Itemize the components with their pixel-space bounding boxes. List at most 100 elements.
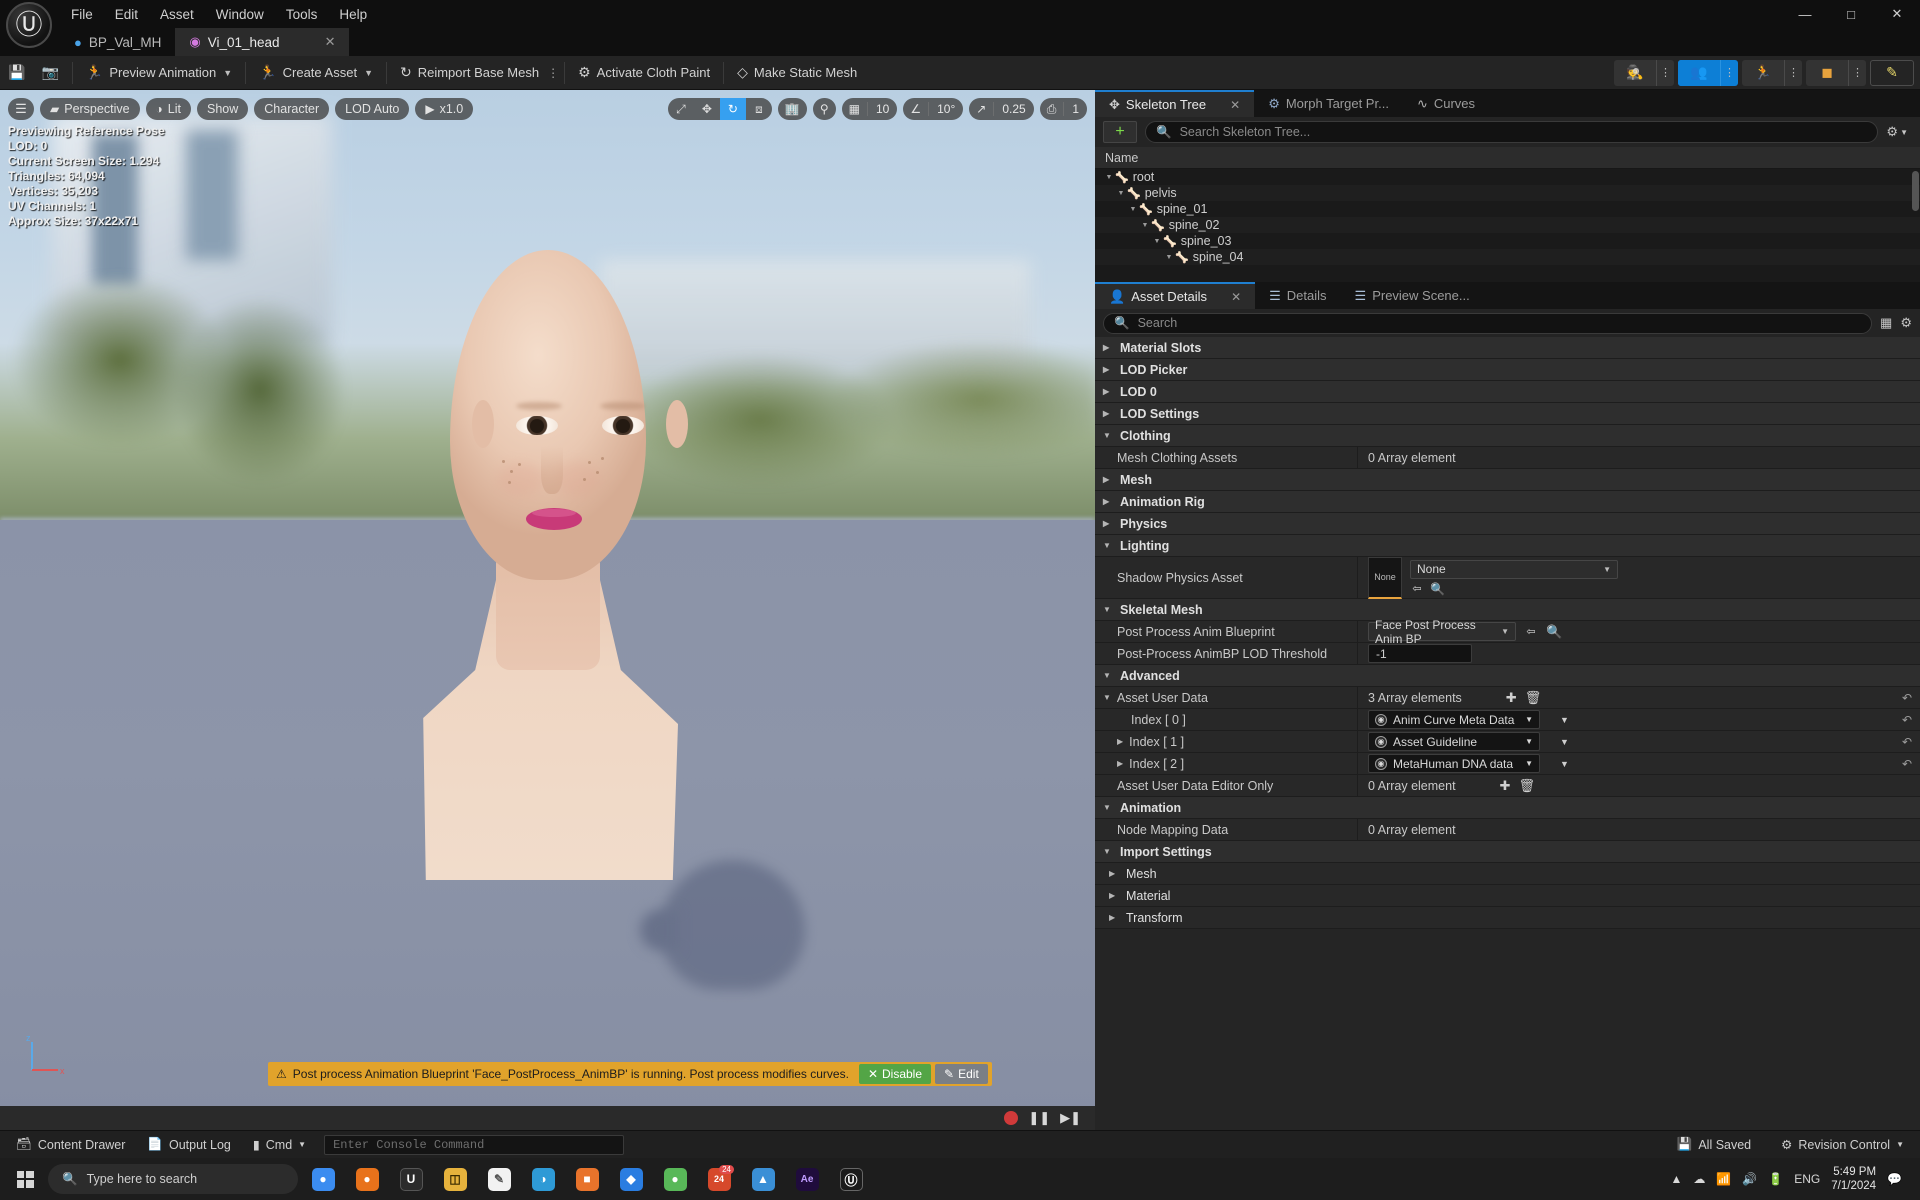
grid-view-icon[interactable]: ▦: [1880, 315, 1892, 331]
property-shadow-physics-asset[interactable]: Shadow Physics Asset None None ▼ ⇦ 🔍: [1095, 556, 1920, 599]
animation-mode-options-icon[interactable]: ⋮: [1784, 59, 1802, 86]
category-skeletal-mesh[interactable]: ▼ Skeletal Mesh: [1095, 599, 1920, 621]
viewport-menu-icon[interactable]: ☰: [8, 98, 34, 120]
chevron-down-icon[interactable]: ▼: [1139, 222, 1151, 229]
chevron-down-icon[interactable]: ▼: [223, 68, 232, 78]
tree-row-pelvis[interactable]: ▼ 🦴 pelvis: [1095, 185, 1920, 201]
index-2-object[interactable]: ◉ MetaHuman DNA data ▼: [1368, 754, 1540, 773]
category-import-settings[interactable]: ▼ Import Settings: [1095, 841, 1920, 863]
make-static-mesh-button[interactable]: ◇ Make Static Mesh: [729, 60, 865, 86]
metahuman-head-mesh[interactable]: [418, 250, 688, 890]
taskbar-app-unreal-editor[interactable]: Ⓤ: [832, 1162, 870, 1196]
property-value[interactable]: None None ▼ ⇦ 🔍: [1357, 556, 1920, 599]
viewport-lod-menu[interactable]: LOD Auto: [335, 98, 410, 120]
asset-details-list[interactable]: ▶ Material Slots ▶ LOD Picker ▶ LOD 0 ▶ …: [1095, 337, 1920, 1130]
all-saved-button[interactable]: 💾 All Saved: [1669, 1134, 1759, 1156]
maximize-button[interactable]: □: [1828, 0, 1874, 28]
viewport-show-menu[interactable]: Show: [197, 98, 249, 120]
chevron-down-icon[interactable]: ▼: [364, 68, 373, 78]
reimport-base-mesh-button[interactable]: ↻ Reimport Base Mesh: [392, 60, 547, 86]
lod-threshold-input[interactable]: -1: [1368, 644, 1472, 663]
taskbar-app-edge[interactable]: ◑: [524, 1162, 562, 1196]
language-indicator[interactable]: ENG: [1794, 1172, 1820, 1186]
world-coords-button[interactable]: 🏢: [777, 98, 807, 120]
physics-mode-icon[interactable]: ◼: [1806, 60, 1848, 86]
minimize-button[interactable]: —: [1782, 0, 1828, 28]
index-1-object[interactable]: ◉ Asset Guideline ▼: [1368, 732, 1540, 751]
console-command-input[interactable]: Enter Console Command: [324, 1134, 625, 1155]
revert-arrow-icon[interactable]: ↶: [1902, 757, 1920, 771]
chevron-down-icon[interactable]: ▼: [1560, 737, 1569, 747]
chevron-down-icon[interactable]: ▼: [1103, 174, 1115, 181]
tab-details[interactable]: ☰ Details: [1255, 282, 1340, 309]
camera-speed-control[interactable]: ⎙ 1: [1039, 98, 1087, 120]
tree-row-spine-02[interactable]: ▼ 🦴 spine_02: [1095, 217, 1920, 233]
property-post-process-animbp-lod-threshold[interactable]: Post-Process AnimBP LOD Threshold -1: [1095, 643, 1920, 665]
skeleton-tree-scrollbar[interactable]: [1912, 171, 1919, 211]
chevron-down-icon[interactable]: ▼: [1115, 190, 1127, 197]
scale-snap-control[interactable]: ↗ 0.25: [969, 98, 1034, 120]
plus-circle-icon[interactable]: ✚: [1500, 778, 1511, 794]
browse-content-button[interactable]: 📷: [33, 60, 66, 86]
disable-post-process-button[interactable]: ✕ Disable: [858, 1064, 932, 1084]
skeleton-tree-list[interactable]: ▼ 🦴 root ▼ 🦴 pelvis ▼ 🦴 spine_01 ▼ 🦴 spi…: [1095, 169, 1920, 282]
shadow-physics-asset-combo[interactable]: None ▼: [1410, 559, 1618, 579]
property-asset-user-data-index-0[interactable]: Index [ 0 ] ◉ Anim Curve Meta Data ▼ ▼ ↶: [1095, 709, 1920, 731]
rotate-gizmo-icon[interactable]: ↻: [719, 98, 746, 120]
close-button[interactable]: ✕: [1874, 0, 1920, 28]
viewport-view-mode[interactable]: ◑ Lit: [145, 98, 191, 120]
chevron-down-icon[interactable]: ▼: [1127, 206, 1139, 213]
taskbar-app-office[interactable]: ■: [568, 1162, 606, 1196]
camera-speed-value[interactable]: 1: [1063, 102, 1087, 116]
property-value[interactable]: 3 Array elements ✚ 🗑 ↶: [1357, 687, 1920, 708]
tab-skeleton-tree[interactable]: ✥ Skeleton Tree ✕: [1095, 90, 1255, 117]
chevron-down-icon[interactable]: ▼: [1103, 693, 1111, 702]
chevron-down-icon[interactable]: ▼: [1163, 254, 1175, 261]
property-asset-user-data-editor-only[interactable]: Asset User Data Editor Only 0 Array elem…: [1095, 775, 1920, 797]
taskbar-search-input[interactable]: 🔍 Type here to search: [48, 1164, 298, 1194]
windows-start-icon[interactable]: [8, 1162, 42, 1196]
tab-morph-target-preview[interactable]: ⚙ Morph Target Pr...: [1254, 90, 1403, 117]
category-import-mesh[interactable]: ▶ Mesh: [1095, 863, 1920, 885]
viewport-character-menu[interactable]: Character: [254, 98, 330, 120]
grid-snap-control[interactable]: ▦ 10: [841, 98, 898, 120]
browse-icon[interactable]: 🔍: [1430, 582, 1445, 596]
taskbar-app-after-effects[interactable]: Ae: [788, 1162, 826, 1196]
content-drawer-button[interactable]: 🗃 Content Drawer: [8, 1134, 133, 1156]
taskbar-app-store[interactable]: ▲: [744, 1162, 782, 1196]
category-import-transform[interactable]: ▶ Transform: [1095, 907, 1920, 929]
scale-snap-value[interactable]: 0.25: [993, 102, 1033, 116]
notifications-icon[interactable]: 💬: [1887, 1172, 1902, 1186]
property-value[interactable]: ◉ MetaHuman DNA data ▼ ▼ ↶: [1357, 753, 1920, 774]
edit-post-process-button[interactable]: ✎ Edit: [935, 1064, 988, 1084]
paint-tool-button[interactable]: ✎: [1870, 59, 1914, 86]
chevron-right-icon[interactable]: ▶: [1117, 759, 1123, 768]
select-cursor-icon[interactable]: ⤢: [668, 98, 694, 120]
category-advanced[interactable]: ▼ Advanced: [1095, 665, 1920, 687]
category-physics[interactable]: ▶ Physics: [1095, 513, 1920, 535]
category-animation-rig[interactable]: ▶ Animation Rig: [1095, 491, 1920, 513]
mesh-mode-icon[interactable]: 👥: [1678, 59, 1720, 86]
trash-icon[interactable]: 🗑: [1518, 778, 1535, 794]
taskbar-app-notepad[interactable]: ✎: [480, 1162, 518, 1196]
taskbar-app-chat[interactable]: ●: [656, 1162, 694, 1196]
menu-tools[interactable]: Tools: [275, 3, 329, 26]
pause-icon[interactable]: ❚❚: [1028, 1110, 1050, 1126]
property-value[interactable]: 0 Array element: [1357, 819, 1920, 840]
activate-cloth-paint-button[interactable]: ⚙ Activate Cloth Paint: [570, 60, 718, 86]
network-icon[interactable]: 📶: [1716, 1172, 1731, 1186]
property-value[interactable]: ◉ Asset Guideline ▼ ▼ ↶: [1357, 731, 1920, 752]
category-clothing[interactable]: ▼ Clothing: [1095, 425, 1920, 447]
tab-bp-val-mh[interactable]: ● BP_Val_MH: [60, 28, 175, 56]
physics-mode-options-icon[interactable]: ⋮: [1848, 59, 1866, 86]
revert-arrow-icon[interactable]: ↶: [1902, 713, 1920, 727]
mode-animation[interactable]: 🏃 ⋮: [1742, 59, 1802, 86]
create-asset-button[interactable]: 🏃 Create Asset ▼: [251, 60, 381, 86]
taskbar-app-calendar[interactable]: 24 24: [700, 1162, 738, 1196]
menu-file[interactable]: File: [60, 3, 104, 26]
category-import-material[interactable]: ▶ Material: [1095, 885, 1920, 907]
battery-icon[interactable]: 🔋: [1768, 1172, 1783, 1186]
use-selected-icon[interactable]: ⇦: [1410, 582, 1424, 596]
category-lod-0[interactable]: ▶ LOD 0: [1095, 381, 1920, 403]
chevron-right-icon[interactable]: ▶: [1117, 737, 1123, 746]
